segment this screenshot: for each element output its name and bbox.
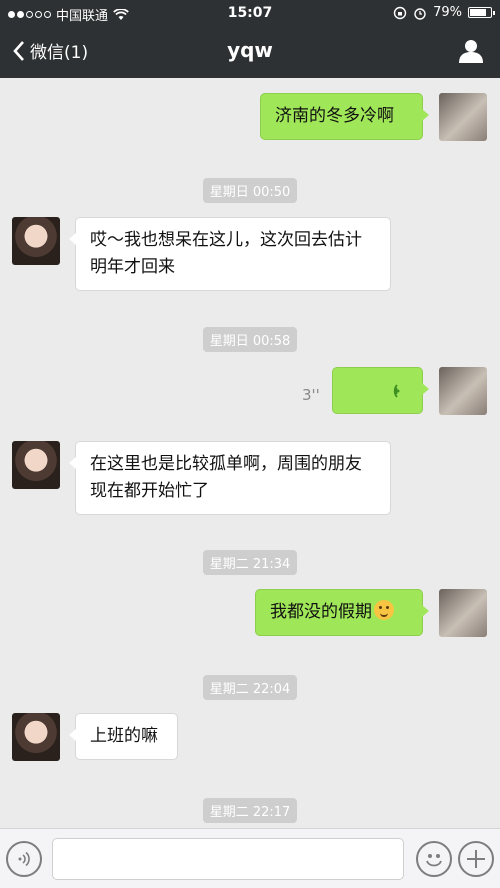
emoji-button[interactable] <box>416 841 452 877</box>
smile-emoji-icon <box>374 600 394 620</box>
emoji-icon <box>426 854 442 867</box>
voice-message-bubble[interactable] <box>332 367 429 414</box>
message-text: 我都没的假期 <box>270 602 372 622</box>
message-input[interactable] <box>52 838 404 880</box>
add-icon <box>467 850 485 868</box>
add-button[interactable] <box>458 841 494 877</box>
voice-duration: 3'' <box>302 386 320 404</box>
chat-title: yqw <box>227 38 273 62</box>
timestamp: 星期二 22:17 <box>0 798 500 823</box>
alarm-icon <box>414 7 426 20</box>
status-right: 79% <box>393 5 495 20</box>
my-avatar[interactable] <box>439 367 487 415</box>
contact-avatar[interactable] <box>12 441 60 489</box>
battery-icon <box>468 7 495 18</box>
contact-avatar[interactable] <box>12 713 60 761</box>
my-avatar[interactable] <box>439 589 487 637</box>
rotation-lock-icon <box>393 6 407 19</box>
message-bubble-mine[interactable]: 我都没的假期 <box>255 589 429 636</box>
profile-icon[interactable] <box>458 38 484 64</box>
message-bubble-mine[interactable]: 济南的冬多冷啊 <box>260 93 429 140</box>
timestamp: 星期二 22:04 <box>0 675 500 700</box>
contact-avatar[interactable] <box>12 217 60 265</box>
timestamp: 星期日 00:58 <box>0 327 500 352</box>
voice-toggle-button[interactable] <box>6 841 42 877</box>
voice-wave-icon <box>393 384 400 398</box>
message-bubble-theirs[interactable]: 上班的嘛 <box>69 713 178 760</box>
timestamp: 星期日 00:50 <box>0 178 500 203</box>
input-bar <box>0 828 500 888</box>
battery-percent: 79% <box>433 5 462 20</box>
voice-toggle-icon <box>18 851 30 867</box>
message-bubble-theirs[interactable]: 在这里也是比较孤单啊，周围的朋友现在都开始忙了 <box>69 441 391 515</box>
timestamp: 星期二 21:34 <box>0 550 500 575</box>
message-bubble-theirs[interactable]: 哎～我也想呆在这儿，这次回去估计明年才回来 <box>69 217 391 291</box>
nav-bar: 微信(1) yqw <box>0 26 500 78</box>
my-avatar[interactable] <box>439 93 487 141</box>
status-bar: 中国联通 15:07 79% <box>0 0 500 26</box>
chat-area[interactable]: 济南的冬多冷啊 星期日 00:50 哎～我也想呆在这儿，这次回去估计明年才回来 … <box>0 78 500 828</box>
